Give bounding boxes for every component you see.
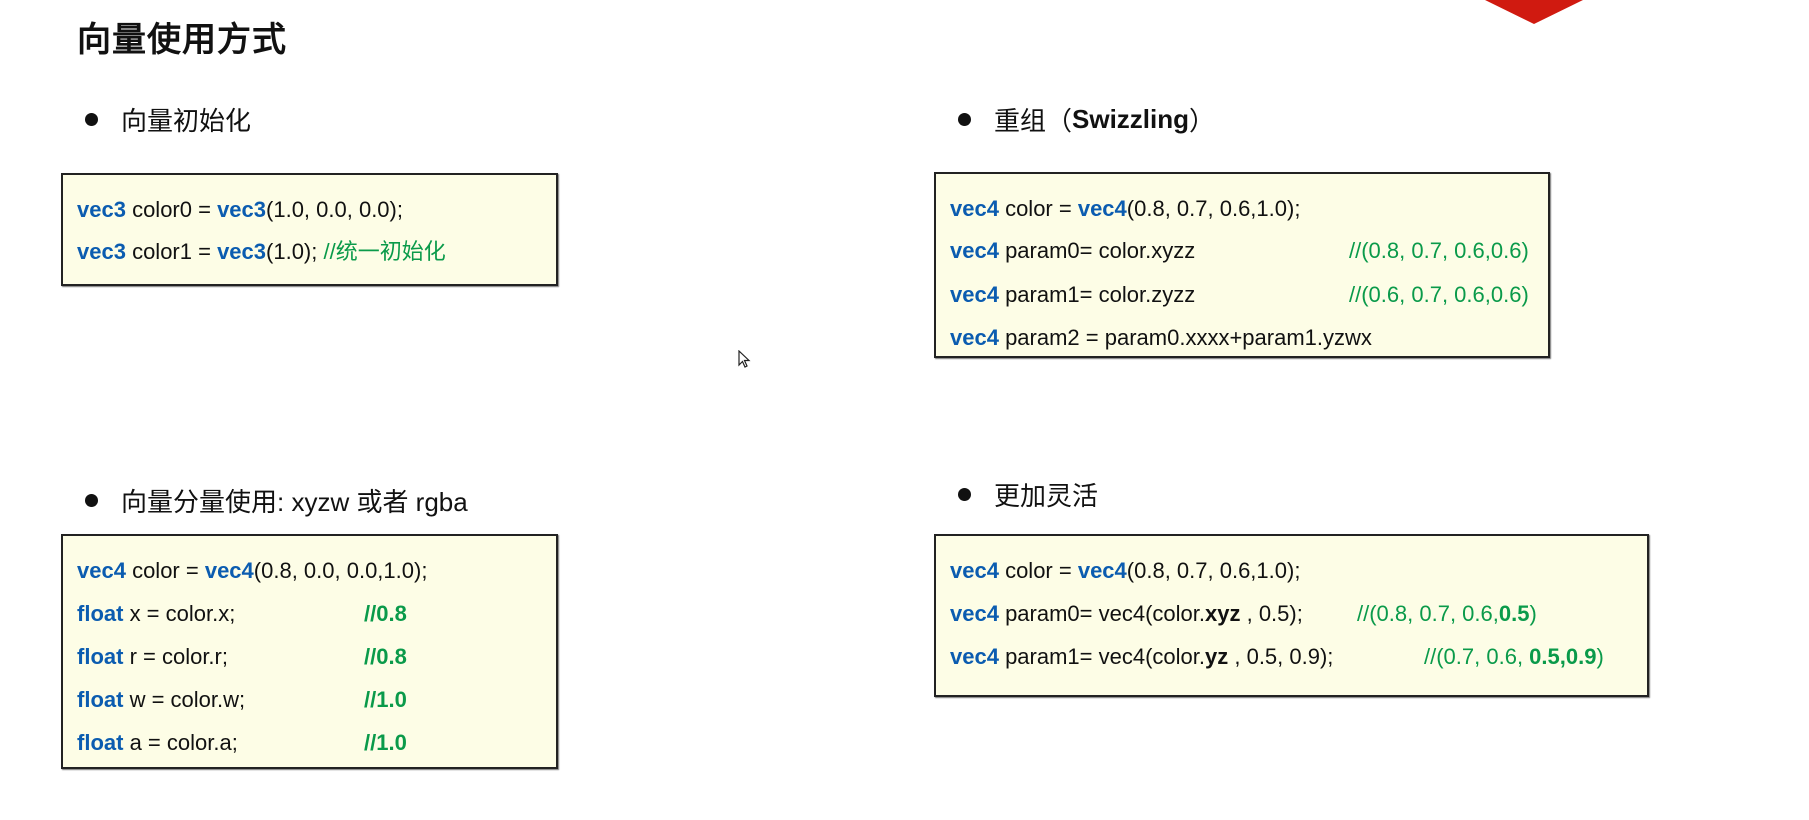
code-comment-part: //(0.8, 0.7, 0.6,0.6) bbox=[1349, 238, 1529, 263]
code-text: (0.8, 0.0, 0.0,1.0); bbox=[253, 558, 428, 583]
code-text: param1= vec4(color. bbox=[998, 644, 1205, 669]
code-comment-part: 0.5 bbox=[1498, 601, 1530, 626]
code-comment: //(0.8, 0.7, 0.6,0.6) bbox=[1349, 238, 1529, 264]
code-comment: //1.0 bbox=[364, 730, 407, 756]
code-line: vec4 param1= color.zyzz //(0.6, 0.7, 0.6,… bbox=[950, 282, 1529, 308]
code-text: color = bbox=[998, 558, 1078, 583]
bullet-icon bbox=[85, 494, 98, 507]
code-comment-part: 0.5,0.9 bbox=[1529, 644, 1597, 669]
code-keyword: vec4 bbox=[950, 644, 999, 669]
code-comment-part: ) bbox=[1596, 644, 1604, 669]
code-keyword: vec4 bbox=[1077, 558, 1127, 583]
section-heading-swizzling: 重组（ Swizzling） bbox=[958, 101, 1215, 138]
heading-text-end: ） bbox=[1189, 106, 1216, 136]
code-comment: //1.0 bbox=[364, 687, 407, 713]
code-box-init: vec3 color0 = vec3(1.0, 0.0, 0.0); vec3 c… bbox=[61, 173, 558, 286]
bullet-icon bbox=[958, 488, 971, 501]
code-text: , 0.5, 0.9); bbox=[1228, 644, 1334, 669]
code-line: vec3 color0 = vec3(1.0, 0.0, 0.0); bbox=[77, 197, 403, 223]
code-keyword: vec4 bbox=[950, 601, 999, 626]
code-text: color1 = bbox=[125, 239, 218, 264]
code-comment-part: ) bbox=[1529, 601, 1537, 626]
section-heading-components: 向量分量使用: xyzw 或者 rgba bbox=[85, 482, 468, 519]
heading-text: 向量初始化 bbox=[121, 106, 252, 136]
code-box-flexible: vec4 color = vec4(0.8, 0.7, 0.6,1.0); vec… bbox=[934, 534, 1649, 697]
code-text: a = color.a; bbox=[123, 730, 238, 755]
code-box-components: vec4 color = vec4(0.8, 0.0, 0.0,1.0); flo… bbox=[61, 534, 558, 769]
code-text: color = bbox=[125, 558, 205, 583]
code-keyword: vec4 bbox=[950, 282, 999, 307]
code-line: vec4 param0= color.xyzz //(0.8, 0.7, 0.6,… bbox=[950, 238, 1529, 264]
code-comment: //0.8 bbox=[364, 601, 407, 627]
code-line: vec4 color = vec4(0.8, 0.0, 0.0,1.0); bbox=[77, 558, 427, 584]
code-text: xyz bbox=[1205, 601, 1241, 626]
code-text: color = bbox=[998, 196, 1078, 221]
section-heading-init: 向量初始化 bbox=[85, 101, 251, 138]
code-text: param2 = param0.xxxx+param1.yzwx bbox=[998, 325, 1372, 350]
code-comment: //统一初始化 bbox=[323, 239, 446, 264]
heading-bold-text: Swizzling bbox=[1072, 104, 1190, 134]
code-text: (1.0, 0.0, 0.0); bbox=[266, 197, 403, 222]
bullet-icon bbox=[958, 113, 971, 126]
code-line: float x = color.x; //0.8 bbox=[77, 601, 407, 627]
code-comment-part: //1.0 bbox=[364, 730, 407, 755]
code-text: w = color.w; bbox=[123, 687, 246, 712]
code-line: float w = color.w; //1.0 bbox=[77, 687, 407, 713]
code-keyword: vec4 bbox=[950, 558, 999, 583]
heading-text: 重组（ bbox=[994, 106, 1073, 136]
bullet-icon bbox=[85, 113, 98, 126]
code-comment-part: //1.0 bbox=[364, 687, 407, 712]
code-text: r = color.r; bbox=[123, 644, 228, 669]
page-title: 向量使用方式 bbox=[77, 21, 287, 59]
code-text: (1.0); bbox=[266, 239, 324, 264]
code-text: color0 = bbox=[125, 197, 218, 222]
code-comment-part: //0.8 bbox=[364, 601, 407, 626]
code-comment: //(0.6, 0.7, 0.6,0.6) bbox=[1349, 282, 1529, 308]
code-text: , 0.5); bbox=[1240, 601, 1303, 626]
code-keyword: float bbox=[77, 601, 124, 626]
code-keyword: vec3 bbox=[217, 197, 267, 222]
code-line: vec4 param1= vec4(color.yz , 0.5, 0.9); /… bbox=[950, 644, 1604, 670]
code-comment: //0.8 bbox=[364, 644, 407, 670]
code-keyword: vec3 bbox=[217, 239, 267, 264]
code-keyword: float bbox=[77, 730, 124, 755]
code-box-swizzling: vec4 color = vec4(0.8, 0.7, 0.6,1.0); vec… bbox=[934, 172, 1550, 358]
code-text: (0.8, 0.7, 0.6,1.0); bbox=[1126, 196, 1301, 221]
code-line: float a = color.a; //1.0 bbox=[77, 730, 407, 756]
code-comment-part: //(0.6, 0.7, 0.6,0.6) bbox=[1349, 282, 1529, 307]
code-line: vec4 param0= vec4(color.xyz , 0.5); //(0.… bbox=[950, 601, 1537, 627]
code-text: (0.8, 0.7, 0.6,1.0); bbox=[1126, 558, 1301, 583]
code-keyword: vec4 bbox=[950, 325, 999, 350]
code-text: x = color.x; bbox=[123, 601, 236, 626]
section-heading-flexible: 更加灵活 bbox=[958, 476, 1098, 513]
code-comment-part: //0.8 bbox=[364, 644, 407, 669]
code-comment: //(0.7, 0.6, 0.5,0.9) bbox=[1424, 644, 1604, 670]
mouse-cursor-icon bbox=[738, 350, 751, 368]
code-text: param1= color.zyzz bbox=[998, 282, 1196, 307]
code-keyword: vec3 bbox=[77, 239, 126, 264]
code-line: vec4 param2 = param0.xxxx+param1.yzwx bbox=[950, 325, 1372, 351]
red-triangle-decoration bbox=[1485, 0, 1583, 24]
code-keyword: vec3 bbox=[77, 197, 126, 222]
heading-text: 向量分量使用: xyzw 或者 rgba bbox=[121, 487, 468, 517]
code-line: vec3 color1 = vec3(1.0); //统一初始化 bbox=[77, 239, 446, 265]
code-keyword: float bbox=[77, 644, 124, 669]
code-text: yz bbox=[1205, 644, 1229, 669]
code-line: vec4 color = vec4(0.8, 0.7, 0.6,1.0); bbox=[950, 196, 1300, 222]
code-text: param0= vec4(color. bbox=[998, 601, 1205, 626]
code-keyword: float bbox=[77, 687, 124, 712]
code-line: float r = color.r; //0.8 bbox=[77, 644, 407, 670]
code-keyword: vec4 bbox=[77, 558, 126, 583]
heading-text: 更加灵活 bbox=[994, 481, 1099, 511]
code-keyword: vec4 bbox=[950, 196, 999, 221]
code-keyword: vec4 bbox=[950, 238, 999, 263]
code-comment: //(0.8, 0.7, 0.6,0.5) bbox=[1357, 601, 1537, 627]
code-keyword: vec4 bbox=[204, 558, 254, 583]
code-line: vec4 color = vec4(0.8, 0.7, 0.6,1.0); bbox=[950, 558, 1300, 584]
code-comment-part: //(0.8, 0.7, 0.6, bbox=[1357, 601, 1499, 626]
code-comment-part: //(0.7, 0.6, bbox=[1424, 644, 1530, 669]
code-keyword: vec4 bbox=[1077, 196, 1127, 221]
code-text: param0= color.xyzz bbox=[998, 238, 1196, 263]
